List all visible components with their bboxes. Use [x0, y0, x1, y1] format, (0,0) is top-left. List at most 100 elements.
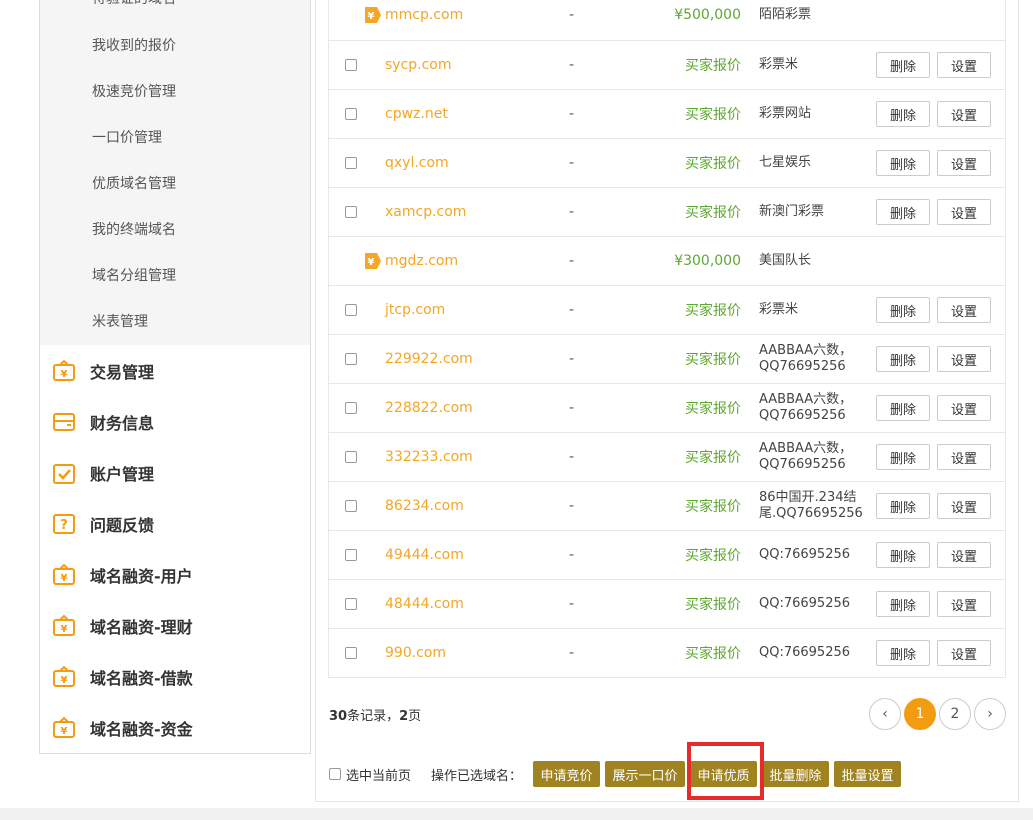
delete-button[interactable]: 删除	[876, 150, 930, 176]
bulk-settings-button[interactable]: 批量设置	[834, 761, 901, 787]
table-row: 990.com - 买家报价 QQ:76695256 删除 设置	[329, 628, 1005, 677]
settings-button[interactable]: 设置	[937, 150, 991, 176]
delete-button[interactable]: 删除	[876, 346, 930, 372]
row-checkbox[interactable]	[345, 90, 359, 138]
settings-button[interactable]: 设置	[937, 395, 991, 421]
domain-link[interactable]: 49444.com	[385, 531, 464, 579]
delete-button[interactable]: 删除	[876, 199, 930, 225]
settings-button[interactable]: 设置	[937, 493, 991, 519]
settings-button[interactable]: 设置	[937, 297, 991, 323]
row-dash: -	[569, 204, 575, 220]
domain-link[interactable]: cpwz.net	[385, 90, 448, 138]
sidebar-item-finance-funds[interactable]: ¥ 域名融资-资金	[40, 702, 310, 753]
domain-link[interactable]: xamcp.com	[385, 188, 466, 236]
domain-link[interactable]: 990.com	[385, 629, 446, 677]
domain-description: 七星娱乐	[759, 155, 812, 170]
delete-button[interactable]: 删除	[876, 52, 930, 78]
sidebar-item-label: 财务信息	[90, 413, 155, 433]
domain-link[interactable]: 86234.com	[385, 482, 464, 530]
domain-link[interactable]: jtcp.com	[385, 286, 445, 334]
yen-bag-icon: ¥	[52, 563, 76, 587]
row-checkbox[interactable]	[345, 188, 359, 236]
svg-text:¥: ¥	[61, 573, 68, 584]
svg-text:¥: ¥	[61, 675, 68, 686]
settings-button[interactable]: 设置	[937, 199, 991, 225]
sidebar-subitem-pending-verify[interactable]: 待验证的域名	[92, 0, 176, 9]
sidebar-item-account[interactable]: 账户管理	[40, 447, 310, 498]
apply-bidding-button[interactable]: 申请竞价	[533, 761, 600, 787]
delete-button[interactable]: 删除	[876, 493, 930, 519]
delete-button[interactable]: 删除	[876, 101, 930, 127]
sidebar-item-finance-user[interactable]: ¥ 域名融资-用户	[40, 549, 310, 600]
sidebar-subitem-fixed-price[interactable]: 一口价管理	[92, 128, 162, 148]
sidebar-subitem-premium-domains[interactable]: 优质域名管理	[92, 174, 176, 194]
settings-button[interactable]: 设置	[937, 591, 991, 617]
domain-link[interactable]: 229922.com	[385, 335, 473, 383]
card-icon	[52, 410, 76, 434]
page-button-1[interactable]: 1	[904, 698, 936, 730]
price-value: 买家报价	[685, 303, 741, 319]
sidebar-item-trade[interactable]: ¥ 交易管理	[40, 345, 310, 396]
svg-text:¥: ¥	[61, 624, 68, 635]
sidebar-subitem-fast-bidding[interactable]: 极速竞价管理	[92, 82, 176, 102]
domain-link[interactable]: qxyl.com	[385, 139, 449, 187]
settings-button[interactable]: 设置	[937, 542, 991, 568]
domain-description: QQ:76695256	[759, 645, 851, 660]
sidebar-item-finance[interactable]: 财务信息	[40, 396, 310, 447]
domain-link[interactable]: 332233.com	[385, 433, 473, 481]
prev-page-button[interactable]: ‹	[869, 698, 901, 730]
row-checkbox[interactable]	[345, 41, 359, 89]
row-checkbox[interactable]	[345, 139, 359, 187]
price-value: 买家报价	[685, 352, 741, 368]
delete-button[interactable]: 删除	[876, 395, 930, 421]
domain-link[interactable]: 228822.com	[385, 384, 473, 432]
show-fixed-price-button[interactable]: 展示一口价	[605, 761, 685, 787]
select-current-page-checkbox[interactable]	[329, 768, 341, 780]
row-checkbox[interactable]	[345, 433, 359, 481]
delete-button[interactable]: 删除	[876, 444, 930, 470]
row-checkbox[interactable]	[345, 580, 359, 628]
check-box-icon	[52, 461, 76, 485]
domain-table: ¥ mmcp.com - ¥500,000 陌陌彩票 sycp.com - 买家报价 彩票米 删除…	[328, 0, 1006, 678]
delete-button[interactable]: 删除	[876, 640, 930, 666]
row-checkbox[interactable]	[345, 531, 359, 579]
settings-button[interactable]: 设置	[937, 52, 991, 78]
settings-button[interactable]: 设置	[937, 444, 991, 470]
price-value: 买家报价	[685, 401, 741, 417]
sidebar-item-finance-loan[interactable]: ¥ 域名融资-借款	[40, 651, 310, 702]
delete-button[interactable]: 删除	[876, 591, 930, 617]
domain-link[interactable]: mgdz.com	[385, 237, 458, 285]
page-button-2[interactable]: 2	[939, 698, 971, 730]
table-row: xamcp.com - 买家报价 新澳门彩票 删除 设置	[329, 187, 1005, 236]
settings-button[interactable]: 设置	[937, 101, 991, 127]
domain-link[interactable]: sycp.com	[385, 41, 452, 89]
delete-button[interactable]: 删除	[876, 297, 930, 323]
domain-link[interactable]: 48444.com	[385, 580, 464, 628]
sidebar-subitem-domain-showcase[interactable]: 米表管理	[92, 312, 148, 332]
sidebar-subitem-terminal-domains[interactable]: 我的终端域名	[92, 220, 176, 240]
yen-bag-icon: ¥	[52, 359, 76, 383]
row-checkbox[interactable]	[345, 286, 359, 334]
domain-description: QQ:76695256	[759, 596, 851, 611]
price-value: 买家报价	[685, 156, 741, 172]
domain-link[interactable]: mmcp.com	[385, 0, 463, 39]
operate-selected-label: 操作已选域名：	[431, 769, 523, 784]
sidebar-subitem-domain-groups[interactable]: 域名分组管理	[92, 266, 176, 286]
sidebar-item-feedback[interactable]: ? 问题反馈	[40, 498, 310, 549]
row-checkbox[interactable]	[345, 629, 359, 677]
settings-button[interactable]: 设置	[937, 640, 991, 666]
next-page-button[interactable]: ›	[974, 698, 1006, 730]
sidebar-item-finance-wealth[interactable]: ¥ 域名融资-理财	[40, 600, 310, 651]
table-row: qxyl.com - 买家报价 七星娱乐 删除 设置	[329, 138, 1005, 187]
settings-button[interactable]: 设置	[937, 346, 991, 372]
row-checkbox[interactable]	[345, 482, 359, 530]
svg-text:?: ?	[60, 518, 68, 533]
sidebar-subitem-received-offers[interactable]: 我收到的报价	[92, 36, 176, 56]
row-dash: -	[569, 106, 575, 122]
row-checkbox[interactable]	[345, 335, 359, 383]
row-checkbox[interactable]	[345, 384, 359, 432]
domain-description: 彩票米	[759, 302, 799, 317]
price-value: 买家报价	[685, 450, 741, 466]
bulk-delete-button[interactable]: 批量删除	[762, 761, 829, 787]
delete-button[interactable]: 删除	[876, 542, 930, 568]
